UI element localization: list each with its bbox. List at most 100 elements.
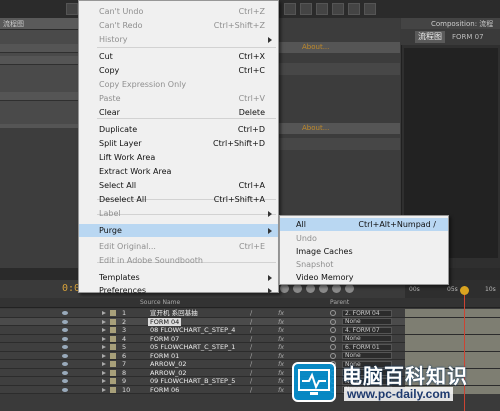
layer-row[interactable]: 5 05 FLOWCHART_C_STEP_1 ∕ fx 6. FORM 01 [0, 343, 500, 352]
project-row[interactable] [0, 44, 80, 53]
edit-menu-item-can-t-redo[interactable]: Can't Redo Ctrl+Shift+Z [79, 19, 278, 32]
edit-menu-item-label[interactable]: Label [79, 207, 278, 220]
parent-dropdown[interactable]: None [342, 335, 392, 342]
visibility-eye-icon[interactable] [62, 379, 68, 383]
edit-menu-item-purge[interactable]: Purge [79, 224, 278, 237]
label-color-swatch[interactable] [110, 386, 116, 393]
graph-editor-icon[interactable] [345, 284, 354, 293]
selection-tool-icon[interactable] [66, 3, 78, 15]
source-name-header[interactable]: Source Name [140, 299, 180, 306]
layer-duration-bar[interactable] [405, 309, 500, 317]
edit-menu-item-cut[interactable]: Cut Ctrl+X [79, 50, 278, 63]
purge-menu-item-all[interactable]: All Ctrl+Alt+Numpad / [280, 218, 448, 231]
shy-layers-icon[interactable] [306, 284, 315, 293]
label-color-swatch[interactable] [110, 361, 116, 367]
label-color-swatch[interactable] [110, 378, 116, 384]
expand-layer-icon[interactable] [102, 345, 106, 349]
fx-switch-icon[interactable]: fx [278, 360, 284, 368]
about-link[interactable]: About... [302, 124, 329, 132]
layer-switch-icon[interactable]: ∕ [250, 343, 252, 351]
visibility-eye-icon[interactable] [62, 328, 68, 332]
visibility-eye-icon[interactable] [62, 387, 68, 392]
layer-switch-icon[interactable]: ∕ [250, 318, 252, 326]
layer-name[interactable]: 宣开机 系回基抽 [150, 309, 198, 317]
layer-name[interactable]: FORM 01 [150, 352, 179, 360]
visibility-eye-icon[interactable] [62, 370, 68, 375]
layer-duration-bar[interactable] [405, 343, 500, 351]
label-color-swatch[interactable] [110, 310, 116, 316]
fx-switch-icon[interactable]: fx [278, 335, 284, 343]
eraser-tool-icon[interactable] [348, 3, 360, 15]
fx-switch-icon[interactable]: fx [278, 352, 284, 360]
purge-menu-item-video-memory[interactable]: Video Memory [280, 271, 448, 284]
tab-composition-active[interactable]: 流程图 [415, 31, 445, 43]
playhead-handle[interactable] [460, 286, 469, 295]
edit-menu-item-deselect-all[interactable]: Deselect All Ctrl+Shift+A [79, 193, 278, 206]
layer-duration-bar[interactable] [405, 334, 500, 343]
parent-dropdown[interactable]: 4. FORM 07 [342, 326, 392, 334]
layer-switch-icon[interactable]: ∕ [250, 309, 252, 317]
project-tab[interactable]: 流程图 [0, 18, 80, 30]
brush-tool-icon[interactable] [316, 3, 328, 15]
visibility-eye-icon[interactable] [62, 345, 68, 349]
parent-pick-whip-icon[interactable] [330, 318, 336, 325]
layer-switch-icon[interactable]: ∕ [250, 369, 252, 377]
layer-name[interactable]: ARROW_02 [150, 360, 187, 368]
parent-pick-whip-icon[interactable] [330, 327, 336, 333]
layer-switch-icon[interactable]: ∕ [250, 352, 252, 360]
edit-menu-item-duplicate[interactable]: Duplicate Ctrl+D [79, 123, 278, 136]
layer-name[interactable]: ARROW_02 [150, 369, 187, 377]
effect-row[interactable]: About... [278, 42, 400, 53]
parent-pick-whip-icon[interactable] [330, 344, 336, 350]
layer-switch-icon[interactable]: ∕ [250, 386, 252, 394]
purge-menu-item-snapshot[interactable]: Snapshot [280, 258, 448, 271]
expand-layer-icon[interactable] [102, 370, 106, 375]
label-color-swatch[interactable] [110, 335, 116, 342]
expand-layer-icon[interactable] [102, 387, 106, 392]
about-link[interactable]: About... [302, 43, 329, 51]
effect-row[interactable]: About... [278, 123, 400, 134]
edit-menu-item-paste[interactable]: Paste Ctrl+V [79, 92, 278, 105]
parent-pick-whip-icon[interactable] [330, 310, 336, 316]
visibility-eye-icon[interactable] [62, 362, 68, 366]
layer-switch-icon[interactable]: ∕ [250, 377, 252, 385]
fx-switch-icon[interactable]: fx [278, 386, 284, 394]
expand-layer-icon[interactable] [102, 328, 106, 332]
layer-name[interactable]: FORM 06 [150, 386, 179, 394]
fx-switch-icon[interactable]: fx [278, 343, 284, 351]
layer-name[interactable]: 08 FLOWCHART_C_STEP_4 [150, 326, 235, 334]
pen-tool-icon[interactable] [284, 3, 296, 15]
layer-row[interactable]: 3 08 FLOWCHART_C_STEP_4 ∕ fx 4. FORM 07 [0, 326, 500, 335]
layer-row[interactable]: 4 FORM 07 ∕ fx None [0, 334, 500, 343]
edit-menu-item-edit-in-adobe-soundbooth[interactable]: Edit in Adobe Soundbooth [79, 254, 278, 267]
layer-duration-bar[interactable] [405, 317, 500, 326]
label-color-swatch[interactable] [110, 318, 116, 325]
layer-row[interactable]: 1 宣开机 系回基抽 ∕ fx 2. FORM 04 [0, 309, 500, 318]
edit-menu-item-lift-work-area[interactable]: Lift Work Area [79, 151, 278, 164]
motion-blur-icon[interactable] [332, 284, 341, 293]
expand-layer-icon[interactable] [102, 336, 106, 341]
comp-mini-flowchart-icon[interactable] [280, 284, 289, 293]
purge-menu-item-undo[interactable]: Undo [280, 232, 448, 245]
draft-3d-icon[interactable] [293, 284, 302, 293]
edit-menu-item-edit-original[interactable]: Edit Original... Ctrl+E [79, 240, 278, 253]
edit-menu-item-history[interactable]: History [79, 33, 278, 46]
layer-name[interactable]: FORM 04 [148, 317, 182, 326]
parent-header[interactable]: Parent [330, 299, 349, 306]
layer-switch-icon[interactable]: ∕ [250, 335, 252, 343]
edit-menu-item-split-layer[interactable]: Split Layer Ctrl+Shift+D [79, 137, 278, 150]
text-tool-icon[interactable] [300, 3, 312, 15]
edit-menu-item-copy[interactable]: Copy Ctrl+C [79, 64, 278, 77]
project-row[interactable] [0, 92, 80, 101]
fx-switch-icon[interactable]: fx [278, 377, 284, 385]
layer-row[interactable]: 2 FORM 04 ∕ fx None [0, 317, 500, 326]
puppet-tool-icon[interactable] [364, 3, 376, 15]
edit-menu-item-select-all[interactable]: Select All Ctrl+A [79, 179, 278, 192]
expand-layer-icon[interactable] [102, 379, 106, 383]
parent-dropdown[interactable]: 2. FORM 04 [342, 309, 392, 317]
label-color-swatch[interactable] [110, 344, 116, 350]
fx-switch-icon[interactable]: fx [278, 318, 284, 326]
edit-menu-item-preferences[interactable]: Preferences [79, 284, 278, 297]
fx-switch-icon[interactable]: fx [278, 369, 284, 377]
layer-name[interactable]: 05 FLOWCHART_C_STEP_1 [150, 343, 235, 351]
